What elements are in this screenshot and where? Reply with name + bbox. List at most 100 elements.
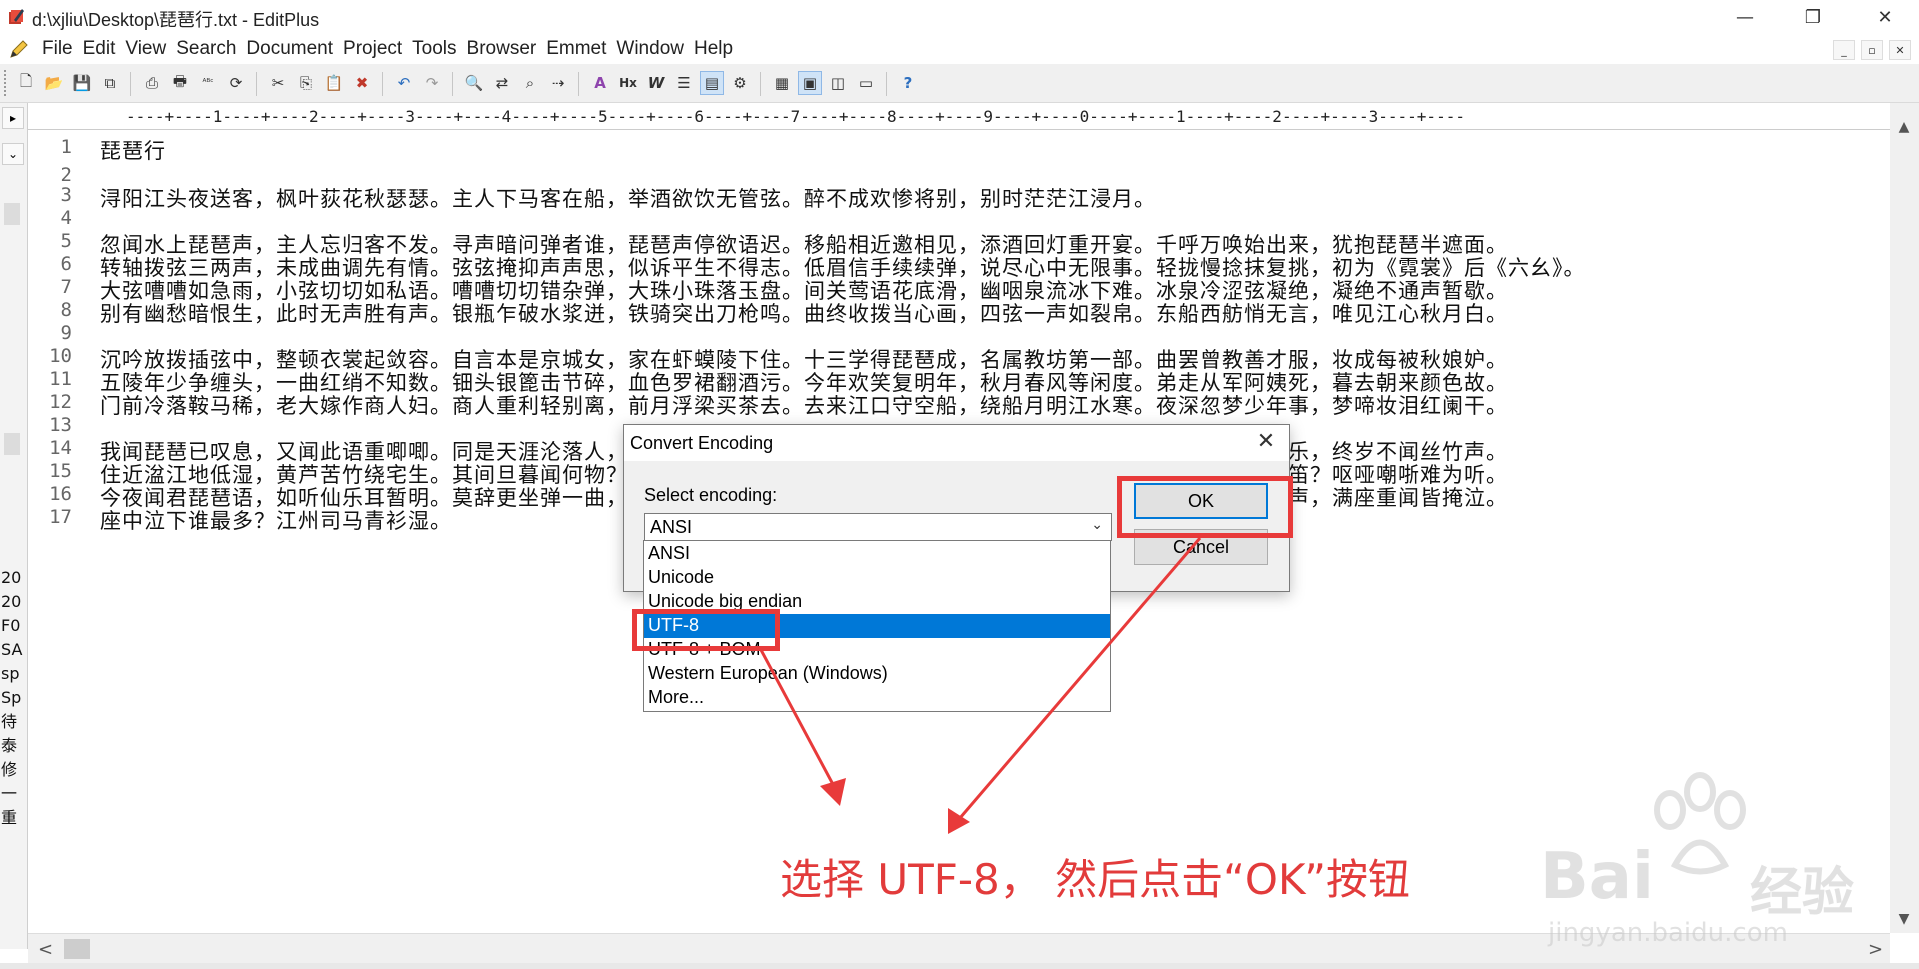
delete-icon[interactable]: ✖ [350, 71, 374, 95]
browser-icon[interactable]: ▦ [770, 71, 794, 95]
preview-icon[interactable]: ◫ [826, 71, 850, 95]
redo-icon[interactable]: ↷ [420, 71, 444, 95]
scroll-left-icon[interactable]: < [38, 939, 53, 960]
line-number: 17 [49, 506, 72, 528]
line-text[interactable]: 浔阳江头夜送客，枫叶荻花秋瑟瑟。主人下马客在船，举酒欲饮无管弦。醉不成欢惨将别，… [100, 183, 1156, 213]
dialog-title-bar[interactable]: Convert Encoding ✕ [624, 425, 1289, 461]
line-text[interactable]: 琵琶行 [100, 135, 166, 165]
encoding-select[interactable]: ANSI ⌄ [644, 513, 1112, 541]
menu-document[interactable]: Document [241, 37, 338, 61]
line-number: 6 [60, 253, 72, 275]
copy-icon[interactable]: ⎘ [294, 71, 318, 95]
minimize-button[interactable]: — [1720, 0, 1770, 34]
menu-tools[interactable]: Tools [407, 37, 461, 61]
line-number: 15 [49, 460, 72, 482]
menu-file[interactable]: File [37, 37, 78, 61]
monitor-icon[interactable]: ▭ [854, 71, 878, 95]
save-all-icon[interactable]: ⧉ [98, 71, 122, 95]
menu-emmet[interactable]: Emmet [541, 37, 611, 61]
line-numbers-icon[interactable]: ☰ [672, 71, 696, 95]
mdi-minimize-button[interactable]: _ [1833, 40, 1855, 60]
line-number: 8 [60, 299, 72, 321]
encoding-option[interactable]: More... [644, 686, 1110, 710]
user-tool-icon[interactable]: ▣ [798, 71, 822, 95]
dialog-close-icon[interactable]: ✕ [1253, 429, 1279, 454]
line-number: 5 [60, 230, 72, 252]
column-select-icon[interactable]: ▤ [700, 71, 724, 95]
file-list-item[interactable]: 一 [1, 782, 27, 806]
help-cursor-icon[interactable]: ? [896, 71, 920, 95]
find-in-files-icon[interactable]: ⌕ [518, 71, 542, 95]
menu-help[interactable]: Help [689, 37, 738, 61]
ok-highlight-box [1117, 476, 1293, 538]
settings-icon[interactable]: ⚙ [728, 71, 752, 95]
menu-project[interactable]: Project [338, 37, 407, 61]
pencil-icon [10, 40, 28, 58]
close-window-button[interactable]: ✕ [1860, 0, 1910, 34]
file-list-item[interactable]: 待 [1, 710, 27, 734]
toolbar-separator [256, 72, 257, 96]
restore-button[interactable]: ❐ [1788, 0, 1838, 34]
find-icon[interactable]: 🔍 [462, 71, 486, 95]
mdi-close-button[interactable]: ✕ [1889, 40, 1911, 60]
refresh-icon[interactable]: ⟳ [224, 71, 248, 95]
watermark-brand: Bai [1540, 840, 1654, 914]
chevron-down-icon[interactable]: ⌄ [1091, 517, 1103, 533]
goto-line-icon[interactable]: ⇢ [546, 71, 570, 95]
panel-scroll-thumb[interactable] [4, 203, 20, 225]
encoding-option[interactable]: ANSI [644, 542, 1110, 566]
menu-edit[interactable]: Edit [78, 37, 121, 61]
file-list-item[interactable]: sp [1, 662, 27, 686]
window-title: d:\xjliu\Desktop\琵琶行.txt - EditPlus [32, 10, 320, 30]
file-list-item[interactable]: SA [1, 638, 27, 662]
line-number: 12 [49, 391, 72, 413]
paw-logo-icon [1654, 772, 1746, 875]
file-list-item[interactable]: 修 [1, 758, 27, 782]
file-list-item[interactable]: 20 [1, 566, 27, 590]
open-folder-icon[interactable]: 📂 [42, 71, 66, 95]
line-number: 11 [49, 368, 72, 390]
toolbar-grip[interactable] [4, 70, 10, 96]
menu-view[interactable]: View [120, 37, 171, 61]
line-number: 10 [49, 345, 72, 367]
column-ruler: ----+----1----+----2----+----3----+----4… [28, 103, 1890, 130]
title-bar: d:\xjliu\Desktop\琵琶行.txt - EditPlus — ❐ … [0, 0, 1919, 34]
new-file-icon[interactable]: 🗋 [14, 71, 38, 95]
file-list-item[interactable]: Sp [1, 686, 27, 710]
panel-expand-icon[interactable]: ▸ [2, 107, 24, 129]
save-icon[interactable]: 💾 [70, 71, 94, 95]
undo-icon[interactable]: ↶ [392, 71, 416, 95]
line-text[interactable]: 座中泣下谁最多？江州司马青衫湿。 [100, 505, 452, 535]
spell-check-icon[interactable]: ᴬᴮᶜ [196, 71, 220, 95]
file-list-item[interactable]: 泰 [1, 734, 27, 758]
file-list: 20 20 F0 SA sp Sp 待 泰 修 一 重 [1, 566, 27, 830]
cut-icon[interactable]: ✂ [266, 71, 290, 95]
paste-icon[interactable]: 📋 [322, 71, 346, 95]
replace-icon[interactable]: ⇄ [490, 71, 514, 95]
toolbar-separator [130, 72, 131, 96]
file-list-item[interactable]: 20 [1, 590, 27, 614]
word-wrap-icon[interactable]: W [644, 71, 668, 95]
menu-window[interactable]: Window [611, 37, 689, 61]
line-text[interactable]: 门前冷落鞍马稀，老大嫁作商人妇。商人重利轻别离，前月浮梁买茶去。去来江口守空船，… [100, 390, 1508, 420]
file-list-item[interactable]: F0 [1, 614, 27, 638]
encoding-option[interactable]: Western European (Windows) [644, 662, 1110, 686]
line-text[interactable]: 别有幽愁暗恨生，此时无声胜有声。银瓶乍破水浆迸，铁骑突出刀枪鸣。曲终收拨当心画，… [100, 298, 1508, 328]
scroll-up-icon[interactable]: ▲ [1895, 119, 1913, 137]
print-icon[interactable]: 🖶 [168, 71, 192, 95]
hex-icon[interactable]: Hx [616, 71, 640, 95]
encoding-option[interactable]: Unicode [644, 566, 1110, 590]
panel-scroll-thumb[interactable] [4, 433, 20, 455]
toolbar-separator [452, 72, 453, 96]
horizontal-scroll-thumb[interactable] [64, 939, 90, 959]
menu-search[interactable]: Search [171, 37, 241, 61]
mdi-restore-button[interactable]: ▫ [1861, 40, 1883, 60]
toolbar-separator [578, 72, 579, 96]
status-strip [0, 963, 1919, 969]
file-list-item[interactable]: 重 [1, 806, 27, 830]
panel-dropdown-icon[interactable]: ⌄ [2, 143, 24, 165]
font-icon[interactable]: A [588, 71, 612, 95]
line-number: 7 [60, 276, 72, 298]
menu-browser[interactable]: Browser [462, 37, 542, 61]
print-preview-icon[interactable]: ⎙ [140, 71, 164, 95]
